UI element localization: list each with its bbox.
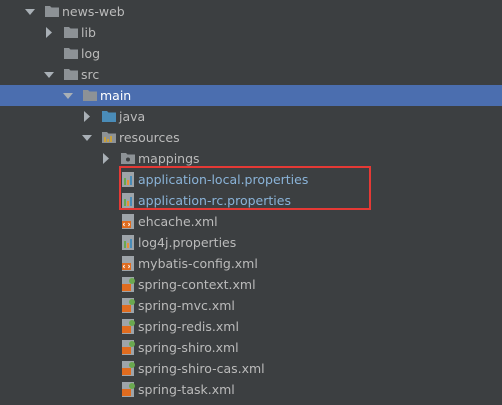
chevron-down-icon[interactable] xyxy=(62,85,74,106)
tree-row-main[interactable]: main xyxy=(0,85,502,106)
tree-item-label: application-rc.properties xyxy=(138,193,291,208)
tree-item-label: spring-context.xml xyxy=(138,277,256,292)
tree-item-label: ehcache.xml xyxy=(138,214,218,229)
package-folder-icon xyxy=(120,148,136,169)
spring-xml-file-icon xyxy=(120,295,136,316)
tree-item-label: mybatis-config.xml xyxy=(138,256,258,271)
tree-item-label: news-web xyxy=(62,4,125,19)
chevron-right-icon[interactable] xyxy=(43,22,55,43)
tree-row-log4j-properties[interactable]: log4j.properties xyxy=(0,232,502,253)
tree-row-application-rc-properties[interactable]: application-rc.properties xyxy=(0,190,502,211)
tree-row-mybatis-config-xml[interactable]: mybatis-config.xml xyxy=(0,253,502,274)
properties-file-icon xyxy=(120,232,136,253)
tree-item-label: main xyxy=(100,88,132,103)
tree-row-spring-context-xml[interactable]: spring-context.xml xyxy=(0,274,502,295)
tree-row-application-local-properties[interactable]: application-local.properties xyxy=(0,169,502,190)
folder-icon xyxy=(44,1,60,22)
folder-icon xyxy=(63,22,79,43)
xml-file-icon xyxy=(120,211,136,232)
tree-row-spring-shiro-xml[interactable]: spring-shiro.xml xyxy=(0,337,502,358)
project-tree: news-web lib log src main java resources mappin… xyxy=(0,0,502,405)
spring-xml-file-icon xyxy=(120,274,136,295)
chevron-down-icon[interactable] xyxy=(24,1,36,22)
chevron-down-icon[interactable] xyxy=(81,127,93,148)
properties-file-icon xyxy=(120,169,136,190)
spring-xml-file-icon xyxy=(120,337,136,358)
tree-item-label: spring-task.xml xyxy=(138,382,235,397)
folder-icon xyxy=(63,43,79,64)
folder-icon xyxy=(63,64,79,85)
tree-item-label: log4j.properties xyxy=(138,235,237,250)
tree-item-label: mappings xyxy=(138,151,200,166)
tree-row-spring-mvc-xml[interactable]: spring-mvc.xml xyxy=(0,295,502,316)
tree-row-ehcache-xml[interactable]: ehcache.xml xyxy=(0,211,502,232)
spring-xml-file-icon xyxy=(120,316,136,337)
tree-row-spring-shiro-cas-xml[interactable]: spring-shiro-cas.xml xyxy=(0,358,502,379)
tree-row-spring-task-xml[interactable]: spring-task.xml xyxy=(0,379,502,400)
spring-xml-file-icon xyxy=(120,358,136,379)
chevron-right-icon[interactable] xyxy=(100,148,112,169)
tree-item-label: spring-shiro.xml xyxy=(138,340,239,355)
tree-item-label: lib xyxy=(81,25,96,40)
properties-file-icon xyxy=(120,190,136,211)
spring-xml-file-icon xyxy=(120,379,136,400)
tree-item-label: spring-mvc.xml xyxy=(138,298,235,313)
chevron-down-icon[interactable] xyxy=(43,64,55,85)
tree-row-log[interactable]: log xyxy=(0,43,502,64)
tree-item-label: spring-shiro-cas.xml xyxy=(138,361,265,376)
tree-row-news-web[interactable]: news-web xyxy=(0,1,502,22)
tree-row-spring-redis-xml[interactable]: spring-redis.xml xyxy=(0,316,502,337)
tree-item-label: resources xyxy=(119,130,180,145)
tree-item-label: spring-redis.xml xyxy=(138,319,239,334)
tree-row-resources[interactable]: resources xyxy=(0,127,502,148)
tree-item-label: src xyxy=(81,67,100,82)
resources-folder-icon xyxy=(101,127,117,148)
tree-item-label: log xyxy=(81,46,101,61)
tree-row-src[interactable]: src xyxy=(0,64,502,85)
tree-row-mappings[interactable]: mappings xyxy=(0,148,502,169)
tree-item-label: java xyxy=(119,109,146,124)
folder-icon xyxy=(82,85,98,106)
tree-item-label: application-local.properties xyxy=(138,172,309,187)
source-folder-icon xyxy=(101,106,117,127)
xml-file-icon xyxy=(120,253,136,274)
tree-row-java[interactable]: java xyxy=(0,106,502,127)
tree-row-lib[interactable]: lib xyxy=(0,22,502,43)
chevron-right-icon[interactable] xyxy=(81,106,93,127)
